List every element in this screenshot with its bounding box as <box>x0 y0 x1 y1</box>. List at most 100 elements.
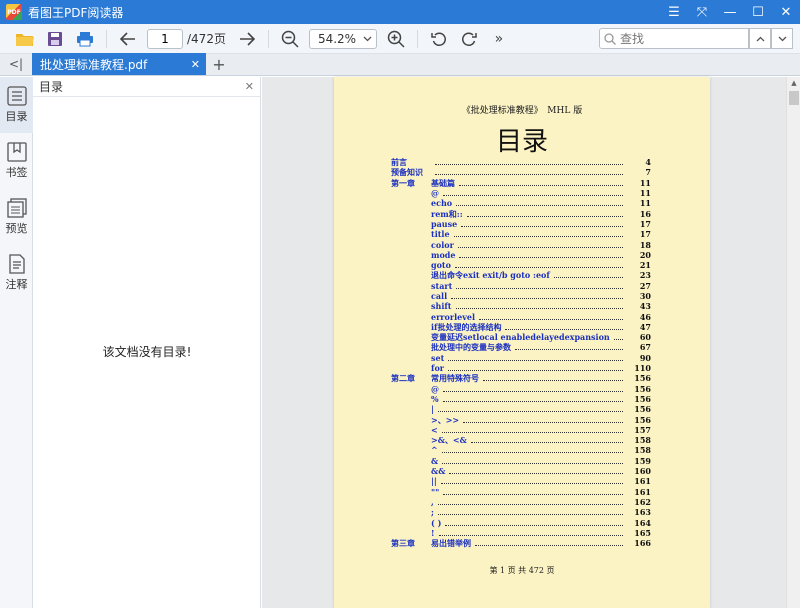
toc-entry[interactable]: ^ 158 <box>391 445 651 455</box>
rotate-right-button[interactable] <box>454 25 484 53</box>
previous-page-button[interactable] <box>113 25 143 53</box>
document-viewer[interactable]: 《批处理标准教程》 MHL 版 目录 前言 4 预备知识 7 第一章 基础篇 11 @11 ec… <box>262 77 786 608</box>
close-tab-icon[interactable]: ✕ <box>191 58 200 71</box>
toc-entry[interactable]: 退出命令exit exit/b goto :eof 23 <box>391 270 651 280</box>
toc-entry-leader <box>456 200 623 207</box>
toc-entry[interactable]: | 156 <box>391 404 651 414</box>
toc-entry-page: 27 <box>639 280 651 291</box>
search-input[interactable] <box>620 31 740 46</box>
toc-entry[interactable]: ! 165 <box>391 528 651 538</box>
toc-entry[interactable]: <157 <box>391 425 651 435</box>
search-next-button[interactable] <box>771 28 793 49</box>
nav-item-preview[interactable]: 预览 <box>0 189 33 245</box>
toc-entry-leader <box>475 540 623 547</box>
toc-entry[interactable]: 第一章 基础篇 11 <box>391 178 651 188</box>
next-page-button[interactable] <box>232 25 262 53</box>
zoom-out-button[interactable] <box>275 25 305 53</box>
toc-entry[interactable]: goto 21 <box>391 260 651 270</box>
nav-item-toc[interactable]: 目录 <box>0 77 33 133</box>
toc-entry[interactable]: >、>> 156 <box>391 414 651 425</box>
toc-entry-page: 30 <box>639 291 651 301</box>
rotate-left-button[interactable] <box>424 25 454 53</box>
toc-entry[interactable]: @156 <box>391 384 651 394</box>
collapse-sidebar-button[interactable]: <| <box>0 53 32 75</box>
close-window-button[interactable]: ✕ <box>772 0 800 24</box>
toc-entry-leader <box>463 417 623 423</box>
toc-entry-page: 20 <box>639 249 651 260</box>
close-panel-icon[interactable]: ✕ <box>245 80 254 93</box>
nav-item-bookmarks[interactable]: 书签 <box>0 133 33 189</box>
toc-entry-page: 162 <box>634 496 651 507</box>
toc-entry[interactable]: color 18 <box>391 239 651 250</box>
toc-entry[interactable]: rem和:: 16 <box>391 208 651 219</box>
toc-entry[interactable]: % 156 <box>391 394 651 404</box>
toc-entry[interactable]: && 160 <box>391 466 651 476</box>
toc-entry[interactable]: set 90 <box>391 353 651 363</box>
toc-entry-page: 164 <box>634 517 651 528</box>
toc-entry[interactable]: 变量延迟setlocal enabledelayedexpansion 60 <box>391 332 651 342</box>
toc-entry-text: | <box>431 404 434 415</box>
search-prev-button[interactable] <box>749 28 771 49</box>
nav-item-label: 预览 <box>5 222 28 235</box>
new-tab-button[interactable]: + <box>206 53 232 75</box>
toc-entry[interactable]: 前言 4 <box>391 157 651 167</box>
toc-entry[interactable]: 批处理中的变量与参数 67 <box>391 342 651 352</box>
minimize-button[interactable]: — <box>716 0 744 24</box>
toc-entry-page: 17 <box>639 229 651 240</box>
toc-entry-page: 46 <box>639 311 651 322</box>
toc-entry[interactable]: , 162 <box>391 497 651 507</box>
toc-entry[interactable]: shift 43 <box>391 301 651 311</box>
toc-entry[interactable]: if批处理的选择结构 47 <box>391 322 651 332</box>
search-box[interactable] <box>599 28 749 49</box>
chevron-up-icon <box>756 36 764 41</box>
toc-entry[interactable]: || 161 <box>391 476 651 486</box>
chevron-down-icon <box>778 36 786 41</box>
tab-document[interactable]: 批处理标准教程.pdf ✕ <box>32 53 206 75</box>
toc-panel-title: 目录 <box>39 80 64 94</box>
toc-entry-leader <box>505 324 623 330</box>
print-button[interactable] <box>70 25 100 53</box>
toc-entry[interactable]: "" 161 <box>391 487 651 497</box>
toc-entry[interactable]: for 110 <box>391 363 651 373</box>
toc-entry[interactable]: errorlevel 46 <box>391 311 651 322</box>
zoom-in-button[interactable] <box>381 25 411 53</box>
fullscreen-button[interactable]: ⤧ <box>688 0 716 24</box>
toc-entry[interactable]: 第三章 易出错举例 166 <box>391 538 651 548</box>
toc-entry[interactable]: 预备知识 7 <box>391 167 651 177</box>
search-icon <box>604 32 616 45</box>
more-tools-button[interactable]: » <box>484 25 514 53</box>
open-file-button[interactable] <box>10 25 40 53</box>
nav-item-label: 注释 <box>5 278 28 291</box>
toc-entry[interactable]: 第二章 常用特殊符号 156 <box>391 373 651 383</box>
toc-entry[interactable]: echo 11 <box>391 198 651 208</box>
toc-entry[interactable]: start 27 <box>391 281 651 291</box>
toc-entry[interactable]: pause 17 <box>391 219 651 229</box>
zoom-select[interactable]: 54.2% <box>308 28 377 49</box>
scroll-up-arrow-icon[interactable]: ▲ <box>787 77 800 89</box>
toc-entry[interactable]: @11 <box>391 188 651 198</box>
toc-entry-leader <box>437 499 623 505</box>
toc-entry-chapter: 第一章 <box>391 177 415 188</box>
toc-entry[interactable]: mode 20 <box>391 250 651 260</box>
toc-entry-page: 156 <box>634 414 651 425</box>
menu-button[interactable]: ☰ <box>660 0 688 24</box>
toc-entry-text: >、>> <box>431 414 460 425</box>
toc-entry[interactable]: ; 163 <box>391 507 651 517</box>
bookmark-icon <box>6 142 27 162</box>
toc-entry[interactable]: & 159 <box>391 456 651 466</box>
nav-item-annotations[interactable]: 注释 <box>0 245 33 301</box>
vertical-scrollbar[interactable]: ▲ <box>786 77 800 608</box>
toc-entry-text: shift <box>431 301 452 312</box>
scrollbar-thumb[interactable] <box>789 91 799 105</box>
toc-entry-text: pause <box>431 218 458 229</box>
toc-entry[interactable]: >&、<& 158 <box>391 435 651 445</box>
toc-entry[interactable]: call 30 <box>391 291 651 301</box>
maximize-button[interactable]: ☐ <box>744 0 772 24</box>
toc-entry-page: 160 <box>634 466 651 477</box>
toc-entry-text: echo <box>431 198 453 209</box>
toc-entry-leader <box>441 447 623 454</box>
toc-entry[interactable]: title 17 <box>391 229 651 239</box>
save-button[interactable] <box>40 25 70 53</box>
page-number-input[interactable] <box>147 28 183 49</box>
toc-entry[interactable]: ( ) 164 <box>391 517 651 528</box>
